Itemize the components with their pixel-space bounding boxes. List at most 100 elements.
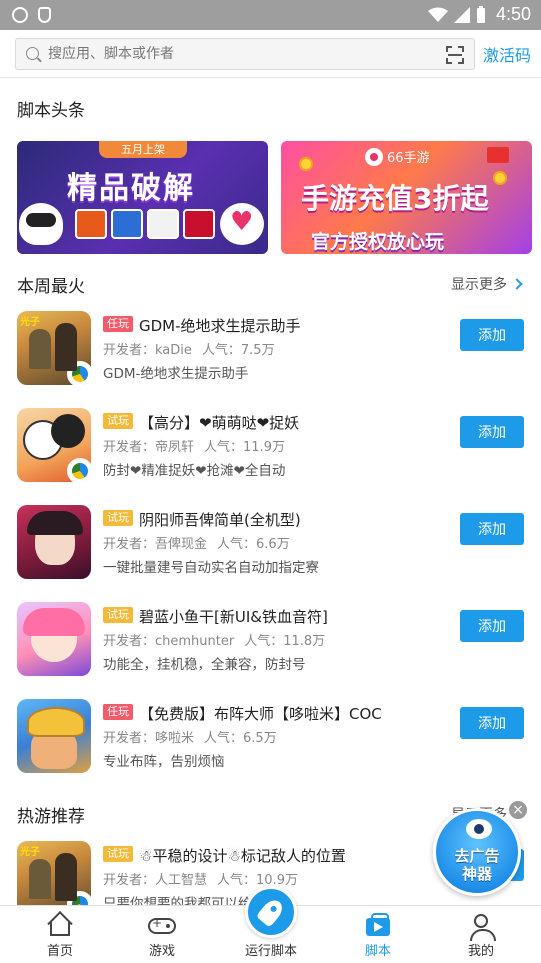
developer: 开发者：chemhunter [103,634,235,649]
wifi-icon [427,7,448,22]
game-thumb-icon [111,209,143,239]
brand-logo-icon [365,147,383,166]
tencent-badge-icon [67,458,91,482]
close-icon[interactable]: × [508,800,528,820]
add-button[interactable]: 添加 [460,319,524,351]
script-name: 【高分】❤萌萌哒❤捉妖 [139,414,300,432]
banner-game-thumbnails [75,209,215,239]
hot-games-title: 热游推荐 [17,807,85,827]
nav-label: 首页 [46,944,73,959]
remove-ads-float-button[interactable]: 去广告 神器 [433,808,521,896]
rocket-icon [255,896,287,928]
fps-icon [12,7,28,23]
profile-icon [470,914,496,941]
nav-label: 我的 [467,944,494,959]
battery-icon [476,5,485,23]
gamepad-icon [148,916,176,934]
script-description: 防封❤精准捉妖❤抢滩❤全自动 [103,463,286,479]
home-icon [50,922,70,936]
game-thumb-icon [147,209,179,239]
script-name: GDM-绝地求生提示助手 [139,317,301,335]
nav-label: 游戏 [148,944,175,959]
list-item[interactable]: 光子 任玩 GDM-绝地求生提示助手 开发者：kaDie 人气：7.5万 GDM-… [0,311,541,408]
coin-icon [493,171,507,185]
script-description: 专业布阵，告别烦恼 [103,754,225,770]
mascot-heart-icon [220,203,264,245]
status-system-icons: 4:50 [427,4,531,25]
popularity: 人气：10.9万 [217,873,298,888]
list-item[interactable]: 试玩 阴阳师吾俾简单(全机型) 开发者：吾俾现金 人气：6.6万 一键批量建号自动… [0,505,541,602]
search-box[interactable] [15,38,475,70]
search-icon [26,47,39,60]
script-meta: 开发者：哆啦米 人气：6.5万 [103,727,287,746]
nav-item-home[interactable]: 首页 [20,906,100,963]
script-icon [366,913,390,936]
status-badge: 任玩 [103,704,133,720]
add-button[interactable]: 添加 [460,416,524,448]
game-thumb-icon [75,209,107,239]
weekly-hot-more-link[interactable]: 显示更多 [451,274,523,294]
developer: 开发者：人工智慧 [103,873,208,888]
script-description: 一键批量建号自动实名自动加指定寮 [103,560,319,576]
add-button[interactable]: 添加 [460,610,524,642]
script-name: ☃平稳的设计☃标记敌人的位置 [139,847,346,865]
status-badge: 任玩 [103,316,133,332]
add-button[interactable]: 添加 [460,707,524,739]
float-ad-text: 去广告 神器 [436,847,518,883]
banner-subtitle: 官方授权放心玩 [311,231,445,253]
signal-icon [453,6,470,23]
popularity: 人气：11.8万 [244,634,326,649]
banner-title: 手游充值3折起 [301,182,489,215]
scan-qr-icon[interactable] [446,46,464,64]
script-meta: 开发者：人工智慧 人气：10.9万 [103,869,308,888]
add-button[interactable]: 添加 [460,513,524,545]
nav-item-games[interactable]: 游戏 [122,906,202,963]
status-badge: 试玩 [103,413,133,429]
weekly-hot-title: 本周最火 [17,277,85,297]
pubg-game-icon: 光子 [17,841,91,915]
nav-label: 脚本 [364,944,391,959]
developer: 开发者：帝夙轩 [103,440,195,455]
list-item[interactable]: 试玩 碧蓝小鱼干[新UI&铁血音符] 开发者：chemhunter 人气：11.8… [0,602,541,699]
list-item[interactable]: 任玩 【免费版】布阵大师【哆啦米】COC 开发者：哆啦米 人气：6.5万 专业布阵… [0,699,541,796]
script-meta: 开发者：帝夙轩 人气：11.9万 [103,436,295,455]
tencent-badge-icon [67,361,91,385]
game-thumb-icon [183,209,215,239]
float-ad-line1: 去广告 [454,847,500,865]
status-bar: 4:50 [0,0,541,30]
script-name: 碧蓝小鱼干[新UI&铁血音符] [139,608,328,626]
banner-title: 精品破解 [67,171,195,206]
banner-66-recharge[interactable]: 66手游 手游充值3折起 官方授权放心玩 [281,141,532,254]
script-description: 功能全，挂机稳，全兼容，防封号 [103,657,306,673]
list-item[interactable]: 试玩 【高分】❤萌萌哒❤捉妖 开发者：帝夙轩 人气：11.9万 防封❤精准捉妖❤抢… [0,408,541,505]
popularity: 人气：7.5万 [201,343,275,358]
clock: 4:50 [495,4,531,24]
banner-cracked-picks[interactable]: 五月上架 精品破解 [17,141,268,254]
popularity: 人气：11.9万 [204,440,285,455]
search-input[interactable] [48,44,428,64]
status-notification-icons [12,7,51,23]
script-meta: 开发者：kaDie 人气：7.5万 [103,339,285,358]
yys-game-icon [17,505,91,579]
nav-item-profile[interactable]: 我的 [441,906,521,963]
pubg-game-icon: 光子 [17,311,91,385]
activation-code-link[interactable]: 激活码 [483,42,531,66]
coin-icon [299,157,313,171]
popularity: 人气：6.6万 [217,537,290,552]
run-script-button[interactable] [245,886,297,938]
nav-label: 运行脚本 [244,944,297,959]
chevron-right-icon [511,278,523,290]
more-label: 显示更多 [451,277,507,293]
script-name: 阴阳师吾俾简单(全机型) [139,511,301,529]
brand-name: 66手游 [387,151,430,166]
popularity: 人气：6.5万 [204,731,277,746]
developer: 开发者：哆啦米 [103,731,195,746]
brand-logo: 66手游 [365,147,430,166]
red-envelope-icon [487,147,509,163]
shield-icon [38,7,51,23]
developer: 开发者：kaDie [103,343,192,358]
nav-item-scripts[interactable]: 脚本 [338,906,418,963]
script-description: GDM-绝地求生提示助手 [103,366,249,382]
status-badge: 试玩 [103,846,133,862]
robot-mascot-icon [466,819,492,839]
